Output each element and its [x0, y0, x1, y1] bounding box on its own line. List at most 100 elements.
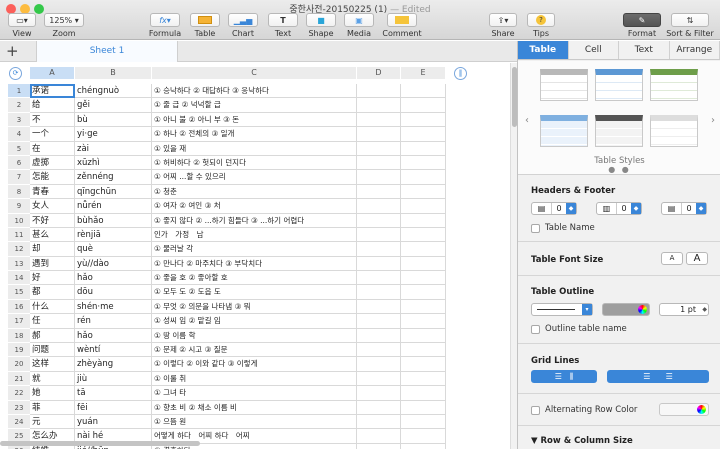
cell-d[interactable]	[357, 127, 401, 142]
cell-e[interactable]	[401, 386, 446, 401]
cell-e[interactable]	[401, 213, 446, 228]
cell-d[interactable]	[357, 314, 401, 329]
table-style-6[interactable]	[650, 115, 698, 147]
outline-width-stepper[interactable]: 1 pt ◆	[659, 303, 709, 316]
cell-b[interactable]: zěnnéng	[75, 170, 152, 185]
cell-d[interactable]	[357, 184, 401, 200]
cell-b[interactable]: yuán	[75, 414, 152, 430]
horizontal-scrollbar[interactable]	[0, 441, 200, 446]
header-rows-stepper[interactable]: ▤ 0 ◆	[531, 202, 577, 215]
cell-c[interactable]: ① 아니 불 ② 아니 부 ③ 돈	[152, 112, 357, 128]
cell-c[interactable]: ① 그녀 타	[152, 386, 357, 401]
cell-d[interactable]	[357, 256, 401, 272]
cell-e[interactable]	[401, 343, 446, 358]
cell-e[interactable]	[401, 170, 446, 185]
cell-d[interactable]	[357, 112, 401, 128]
format-button[interactable]: ✎ Format	[622, 13, 662, 38]
chart-button[interactable]: ▁▃▅ Chart	[228, 13, 258, 38]
cell-a[interactable]: 郝	[30, 328, 75, 344]
chevron-left-icon[interactable]: ‹	[525, 115, 529, 126]
table-style-5[interactable]	[595, 115, 643, 147]
cell-d[interactable]	[357, 400, 401, 415]
outline-color-well[interactable]	[602, 303, 650, 316]
cell-a[interactable]: 都	[30, 285, 75, 300]
cell-a[interactable]: 这样	[30, 357, 75, 372]
alternating-row-color-checkbox[interactable]: Alternating Row Color	[531, 405, 637, 415]
cell-d[interactable]	[357, 386, 401, 401]
cell-a[interactable]: 在	[30, 141, 75, 156]
cell-b[interactable]: wèntí	[75, 343, 152, 358]
cell-b[interactable]: hǎo	[75, 271, 152, 286]
cell-c[interactable]: ① 허비하다 ② 헛되이 던지다	[152, 155, 357, 171]
formula-button[interactable]: fx▾ Formula	[148, 13, 182, 38]
alternating-color-well[interactable]	[659, 403, 709, 416]
row-number[interactable]: 12	[8, 242, 30, 257]
column-header-c[interactable]: C	[152, 67, 357, 79]
cell-c[interactable]: ① 여자 ② 여인 ③ 처	[152, 199, 357, 214]
cell-b[interactable]: shén·me	[75, 299, 152, 315]
cell-e[interactable]	[401, 285, 446, 300]
row-number[interactable]: 20	[8, 357, 30, 372]
cell-d[interactable]	[357, 357, 401, 372]
cell-d[interactable]	[357, 141, 401, 156]
cell-e[interactable]	[401, 314, 446, 329]
cell-a[interactable]: 不	[30, 112, 75, 128]
cell-a[interactable]: 给	[30, 98, 75, 113]
cell-c[interactable]: ① 으뜸 원	[152, 414, 357, 430]
row-number[interactable]: 21	[8, 371, 30, 387]
cell-a[interactable]: 不好	[30, 213, 75, 228]
cell-d[interactable]	[357, 155, 401, 171]
cell-b[interactable]: gěi	[75, 98, 152, 113]
cell-d[interactable]	[357, 285, 401, 300]
share-button[interactable]: ⇪▾ Share	[488, 13, 518, 38]
vertical-scrollbar[interactable]	[510, 63, 517, 449]
table-select-handle-icon[interactable]: ⟳	[9, 67, 22, 80]
media-button[interactable]: ▣ Media	[344, 13, 374, 38]
cell-a[interactable]: 却	[30, 242, 75, 257]
cell-d[interactable]	[357, 414, 401, 430]
cell-c[interactable]: ① 땅 이름 학	[152, 328, 357, 344]
cell-e[interactable]	[401, 155, 446, 171]
cell-d[interactable]	[357, 227, 401, 243]
cell-b[interactable]: chéngnuò	[75, 84, 152, 99]
table-style-4[interactable]	[540, 115, 588, 147]
cell-c[interactable]: ① 무엇 ② 의문을 나타냄 ③ 뭐	[152, 299, 357, 315]
spreadsheet-grid[interactable]: ⟳ A B C D E ‖ 1 承诺 chéngnuò ① 승낙하다 ② 대답하다 ③…	[0, 63, 517, 449]
cell-a[interactable]: 就	[30, 371, 75, 387]
cell-d[interactable]	[357, 213, 401, 228]
row-number[interactable]: 16	[8, 299, 30, 315]
cell-e[interactable]	[401, 271, 446, 286]
tab-cell[interactable]: Cell	[569, 41, 619, 59]
cell-b[interactable]: rènjiā	[75, 227, 152, 243]
row-number[interactable]: 7	[8, 170, 30, 185]
cell-c[interactable]: ① 이룰 취	[152, 371, 357, 387]
cell-d[interactable]	[357, 429, 401, 444]
cell-b[interactable]: yi·ge	[75, 127, 152, 142]
cell-e[interactable]	[401, 371, 446, 387]
cell-d[interactable]	[357, 84, 401, 99]
add-column-handle-icon[interactable]: ‖	[454, 67, 467, 80]
cell-e[interactable]	[401, 429, 446, 444]
cell-e[interactable]	[401, 141, 446, 156]
cell-d[interactable]	[357, 199, 401, 214]
row-number[interactable]: 24	[8, 414, 30, 430]
row-number[interactable]: 13	[8, 256, 30, 272]
cell-e[interactable]	[401, 127, 446, 142]
cell-c[interactable]: ① 만나다 ② 마주치다 ③ 부닥치다	[152, 256, 357, 272]
footer-rows-stepper[interactable]: ▤ 0 ◆	[661, 202, 707, 215]
shape-button[interactable]: ■ Shape	[306, 13, 336, 38]
cell-c[interactable]: 인가 가정 남	[152, 227, 357, 243]
row-number[interactable]: 17	[8, 314, 30, 329]
cell-a[interactable]: 虚掷	[30, 155, 75, 171]
cell-e[interactable]	[401, 112, 446, 128]
row-number[interactable]: 2	[8, 98, 30, 113]
cell-e[interactable]	[401, 299, 446, 315]
cell-b[interactable]: dōu	[75, 285, 152, 300]
increase-font-button[interactable]: A	[686, 252, 708, 265]
cell-d[interactable]	[357, 343, 401, 358]
cell-e[interactable]	[401, 84, 446, 99]
cell-e[interactable]	[401, 400, 446, 415]
cell-b[interactable]: bùhǎo	[75, 213, 152, 228]
row-number[interactable]: 5	[8, 141, 30, 156]
table-style-2[interactable]	[595, 69, 643, 101]
